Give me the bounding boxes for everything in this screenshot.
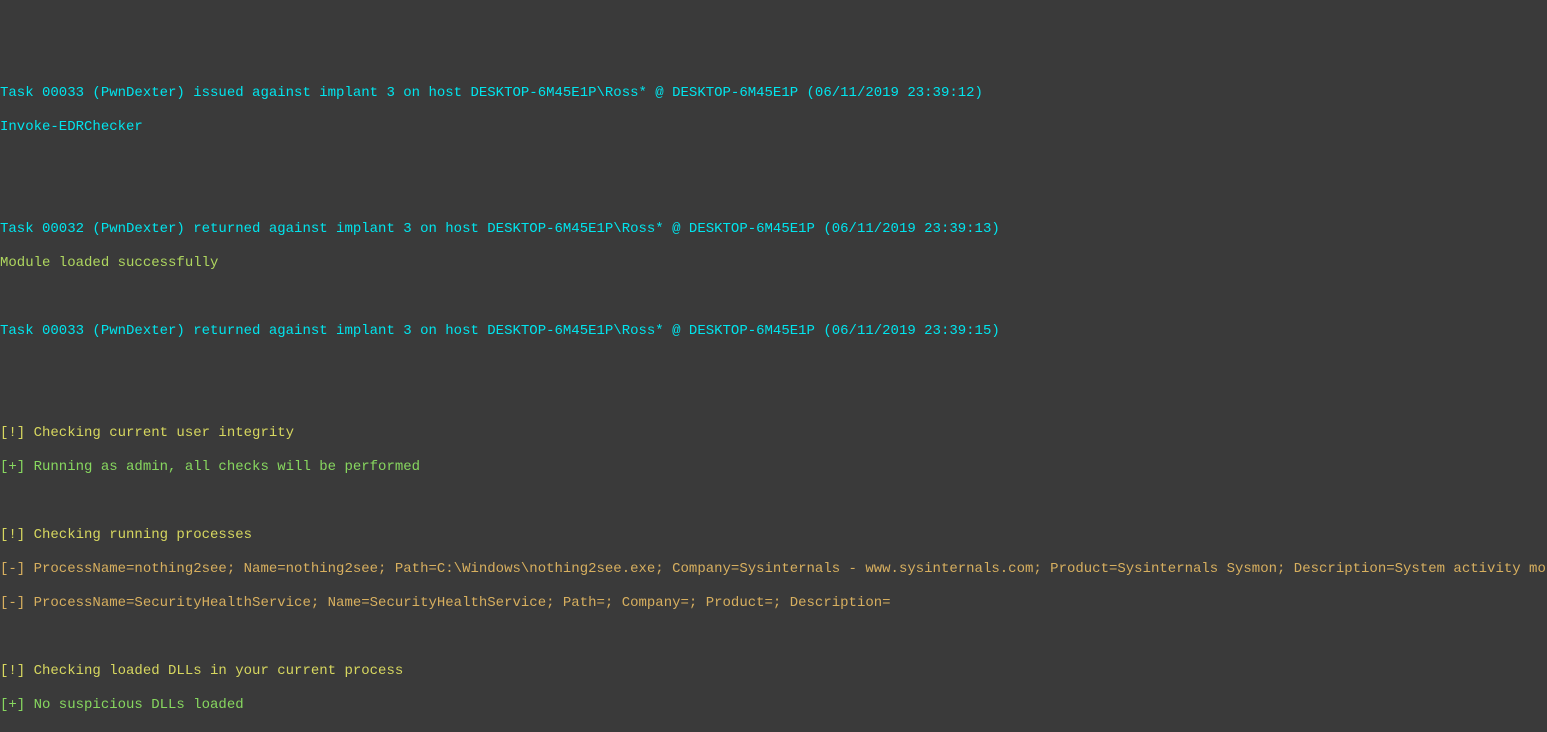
blank-line (0, 629, 1547, 646)
check-finding: [-] ProcessName=nothing2see; Name=nothin… (0, 561, 1547, 578)
blank-line (0, 731, 1547, 732)
blank-line (0, 289, 1547, 306)
module-loaded-line: Module loaded successfully (0, 255, 1547, 272)
blank-line (0, 153, 1547, 170)
check-header: [!] Checking running processes (0, 527, 1547, 544)
check-header: [!] Checking loaded DLLs in your current… (0, 663, 1547, 680)
blank-line (0, 391, 1547, 408)
check-finding: [-] ProcessName=SecurityHealthService; N… (0, 595, 1547, 612)
task-issued-header: Task 00033 (PwnDexter) issued against im… (0, 85, 1547, 102)
task-returned-header: Task 00033 (PwnDexter) returned against … (0, 323, 1547, 340)
blank-line (0, 187, 1547, 204)
check-positive: [+] Running as admin, all checks will be… (0, 459, 1547, 476)
check-header: [!] Checking current user integrity (0, 425, 1547, 442)
task-returned-header: Task 00032 (PwnDexter) returned against … (0, 221, 1547, 238)
terminal-output[interactable]: Task 00033 (PwnDexter) issued against im… (0, 68, 1547, 732)
command-line: Invoke-EDRChecker (0, 119, 1547, 136)
check-positive: [+] No suspicious DLLs loaded (0, 697, 1547, 714)
blank-line (0, 493, 1547, 510)
blank-line (0, 357, 1547, 374)
